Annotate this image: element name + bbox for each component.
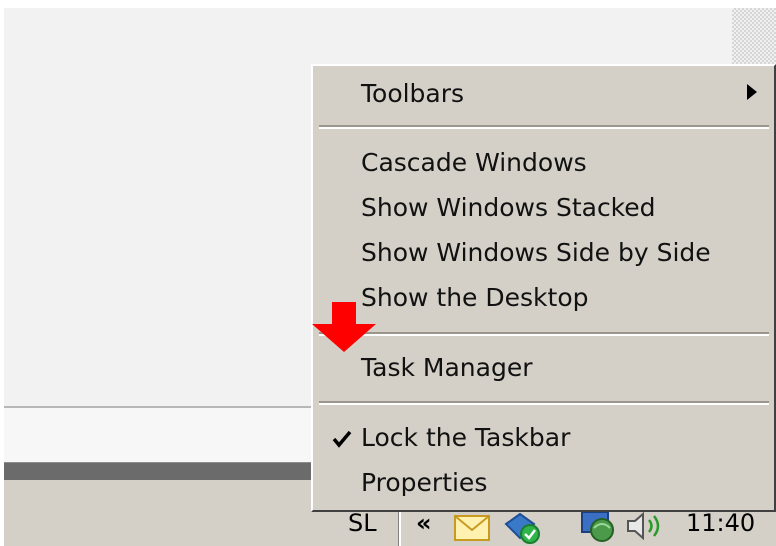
red-down-arrow-icon [312, 302, 376, 352]
tray-separator [398, 508, 401, 546]
menu-item-cascade-windows[interactable]: Cascade Windows [361, 141, 587, 185]
security-shield-icon[interactable] [500, 508, 544, 546]
speaker-icon[interactable] [624, 508, 670, 544]
checkmark-icon [332, 430, 352, 448]
taskbar-top-bar [4, 462, 316, 480]
menu-item-task-manager[interactable]: Task Manager [361, 346, 532, 390]
taskbar-context-menu: Toolbars Cascade Windows Show Windows St… [311, 64, 776, 512]
menu-separator [319, 332, 769, 336]
menu-separator [319, 401, 769, 405]
desktop-corner-pattern [732, 8, 776, 64]
menu-item-show-desktop[interactable]: Show the Desktop [361, 276, 588, 320]
menu-item-toolbars[interactable]: Toolbars [361, 72, 464, 116]
chevron-right-icon [747, 84, 757, 100]
network-icon[interactable] [578, 506, 622, 546]
menu-item-properties[interactable]: Properties [361, 461, 487, 505]
menu-item-lock-taskbar[interactable]: Lock the Taskbar [361, 416, 570, 460]
menu-separator [319, 125, 769, 129]
envelope-icon[interactable] [452, 508, 492, 546]
menu-item-show-windows-side-by-side[interactable]: Show Windows Side by Side [361, 231, 711, 275]
menu-item-show-windows-stacked[interactable]: Show Windows Stacked [361, 186, 656, 230]
window-area [4, 408, 316, 462]
